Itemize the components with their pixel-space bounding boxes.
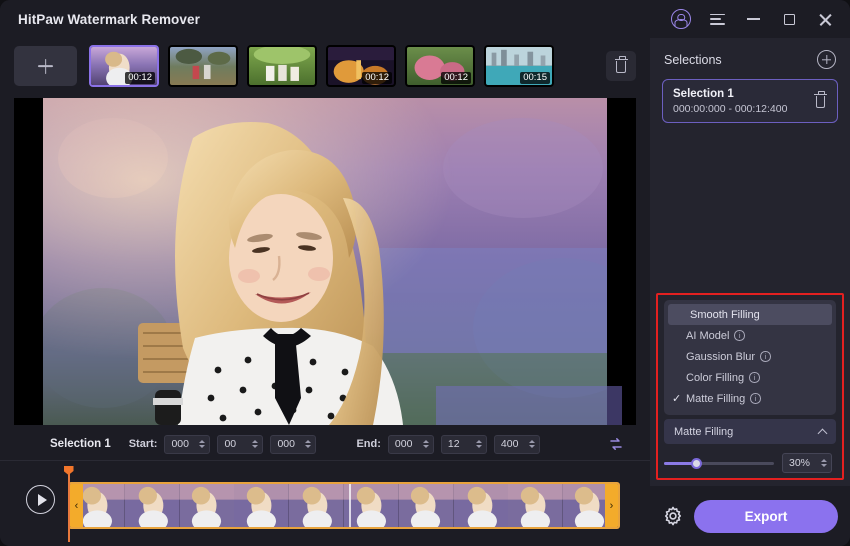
end-minutes-field[interactable]: 12: [441, 435, 487, 454]
option-gaussion-blur[interactable]: Gaussion Blur i: [664, 346, 836, 367]
start-hours-value: 000: [171, 438, 189, 450]
end-millis-value: 400: [501, 438, 519, 450]
thumbnail-duration: 00:12: [441, 72, 471, 84]
thumbnail-duration: 00:12: [362, 72, 392, 84]
trash-icon: [615, 59, 628, 74]
stepper-arrows[interactable]: [476, 440, 482, 448]
option-label: Gaussion Blur: [686, 351, 755, 363]
trim-handle-left[interactable]: ‹: [70, 484, 83, 527]
add-selection-icon[interactable]: [817, 50, 836, 69]
video-preview[interactable]: [14, 98, 636, 425]
add-media-button[interactable]: [14, 46, 77, 86]
stepper-arrows[interactable]: [423, 440, 429, 448]
media-strip: 00:12 00:12 00:12 00:15: [0, 38, 650, 94]
gear-icon[interactable]: [662, 505, 684, 527]
selection-tint-overlay: [436, 386, 622, 425]
selection-list-item[interactable]: Selection 1 000:00:000 - 000:12:400: [662, 79, 838, 123]
filling-mode-value: Matte Filling: [674, 426, 733, 438]
stepper-arrows[interactable]: [821, 459, 827, 467]
start-label: Start:: [129, 438, 158, 450]
timeline-area: ‹ ›: [0, 462, 650, 546]
end-hours-field[interactable]: 000: [388, 435, 434, 454]
chevron-up-icon: [818, 428, 828, 438]
opacity-slider[interactable]: [664, 462, 774, 465]
panel-footer: Export: [650, 486, 850, 546]
info-icon[interactable]: i: [760, 351, 771, 362]
filling-options-list: Smooth Filling AI Model i Gaussion Blur …: [664, 300, 836, 415]
option-matte-filling[interactable]: ✓ Matte Filling i: [664, 388, 836, 409]
maximize-icon[interactable]: [772, 4, 806, 34]
thumbnail-item[interactable]: 00:12: [89, 45, 159, 87]
title-bar: HitPaw Watermark Remover: [0, 0, 850, 38]
trim-handle-right[interactable]: ›: [605, 484, 618, 527]
selections-header: Selections: [650, 38, 850, 75]
plus-icon: [38, 59, 53, 74]
account-icon[interactable]: [664, 4, 698, 34]
opacity-slider-row: 30%: [664, 451, 840, 475]
info-icon[interactable]: i: [750, 393, 761, 404]
thumbnail-item[interactable]: 00:12: [326, 45, 396, 87]
export-button[interactable]: Export: [694, 500, 838, 533]
stepper-arrows[interactable]: [529, 440, 535, 448]
divider: [0, 460, 650, 461]
end-label: End:: [356, 438, 380, 450]
right-panel: Selections Selection 1 000:00:000 - 000:…: [650, 38, 850, 546]
checkmark-icon: ✓: [672, 392, 686, 405]
stepper-arrows[interactable]: [252, 440, 258, 448]
thumbnail-item[interactable]: 00:15: [484, 45, 554, 87]
end-hours-value: 000: [395, 438, 413, 450]
delete-selection-icon[interactable]: [814, 94, 827, 109]
start-hours-field[interactable]: 000: [164, 435, 210, 454]
playhead[interactable]: [68, 470, 70, 542]
app-title: HitPaw Watermark Remover: [18, 12, 200, 27]
thumbnail-item[interactable]: 00:12: [405, 45, 475, 87]
filling-mode-dropdown[interactable]: Matte Filling: [664, 419, 836, 444]
clip-split-marker: [349, 484, 351, 527]
minimize-icon[interactable]: [736, 4, 770, 34]
video-frame: [43, 98, 607, 425]
opacity-value: 30%: [789, 457, 810, 469]
stepper-arrows[interactable]: [305, 440, 311, 448]
menu-icon[interactable]: [700, 4, 734, 34]
slider-thumb[interactable]: [691, 458, 702, 469]
thumbnail-list: 00:12 00:12 00:12 00:15: [89, 45, 554, 87]
end-minutes-value: 12: [448, 438, 460, 450]
stepper-arrows[interactable]: [199, 440, 205, 448]
window-controls: [664, 0, 850, 38]
option-color-filling[interactable]: Color Filling i: [664, 367, 836, 388]
option-ai-model[interactable]: AI Model i: [664, 325, 836, 346]
close-icon[interactable]: [808, 4, 842, 34]
loop-icon[interactable]: [604, 433, 628, 455]
option-label: Smooth Filling: [690, 309, 760, 321]
start-minutes-field[interactable]: 00: [217, 435, 263, 454]
app-window: HitPaw Watermark Remover 00:12 00:: [0, 0, 850, 546]
start-millis-value: 000: [277, 438, 295, 450]
thumbnail-item[interactable]: [168, 45, 238, 87]
option-label: Matte Filling: [686, 393, 745, 405]
thumbnail-item[interactable]: [247, 45, 317, 87]
delete-media-button[interactable]: [606, 51, 636, 81]
selection-label: Selection 1: [50, 438, 111, 450]
filling-options-annotation: Smooth Filling AI Model i Gaussion Blur …: [656, 293, 844, 480]
play-icon: [38, 494, 47, 506]
timeline-track[interactable]: ‹ ›: [68, 482, 620, 529]
thumbnail-duration: 00:15: [520, 72, 550, 84]
timeline-frames: [70, 484, 618, 527]
end-millis-field[interactable]: 400: [494, 435, 540, 454]
option-label: Color Filling: [686, 372, 744, 384]
selection-item-range: 000:00:000 - 000:12:400: [673, 103, 787, 115]
start-millis-field[interactable]: 000: [270, 435, 316, 454]
info-icon[interactable]: i: [734, 330, 745, 341]
start-minutes-value: 00: [224, 438, 236, 450]
selections-title: Selections: [664, 53, 722, 67]
opacity-value-field[interactable]: 30%: [782, 453, 832, 473]
selection-item-name: Selection 1: [673, 88, 787, 100]
option-smooth-filling[interactable]: Smooth Filling: [668, 304, 832, 325]
play-button[interactable]: [26, 485, 55, 514]
info-icon[interactable]: i: [749, 372, 760, 383]
option-label: AI Model: [686, 330, 729, 342]
thumbnail-duration: 00:12: [125, 72, 155, 84]
selection-time-bar: Selection 1 Start: 000 00 000 End: 000 1…: [0, 428, 650, 460]
